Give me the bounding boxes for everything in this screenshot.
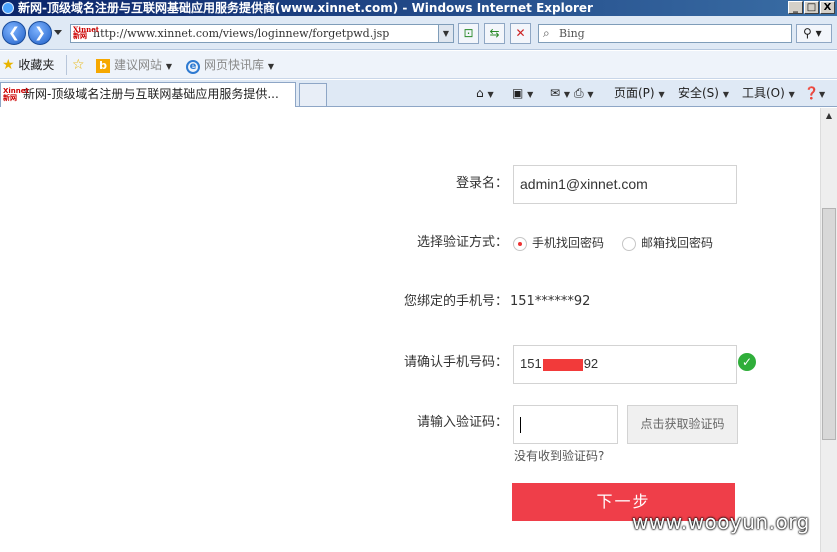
tools-menu-label: 工具(O)	[742, 86, 785, 100]
add-favorite-button[interactable]: ☆	[72, 57, 85, 73]
ie-e-icon: e	[186, 60, 200, 74]
page-content: 登录名： admin1@xinnet.com 选择验证方式： 手机找回密码 邮箱…	[0, 108, 820, 552]
window-title: 新网-顶级域名注册与互联网基础应用服务提供商(www.xinnet.com) -…	[18, 1, 593, 15]
login-name-label: 登录名：	[455, 176, 508, 191]
page-menu-label: 页面(P)	[614, 86, 655, 100]
tab-bar: Xinnet 新网 新网-顶级域名注册与互联网基础应用服务提供... ⌂ ▼ ▣ …	[0, 80, 837, 107]
print-button[interactable]: ⎙ ▼	[574, 85, 594, 103]
new-tab-button[interactable]	[299, 83, 327, 107]
confirm-phone-field[interactable]: 151 92	[513, 345, 737, 384]
check-success-icon: ✓	[738, 353, 756, 371]
redaction-mark	[542, 358, 583, 371]
refresh-button[interactable]: ⇆	[484, 23, 505, 44]
radio-phone[interactable]	[513, 237, 527, 251]
search-button[interactable]: ⚲ ▾	[796, 24, 832, 43]
address-toolbar: ❮ ❯ Xinnet 新网 http://www.xinnet.com/views…	[0, 16, 837, 50]
no-code-link[interactable]: 没有收到验证码?	[514, 449, 604, 463]
web-slice-gallery-label: 网页快讯库	[204, 58, 265, 72]
star-icon: ★	[2, 57, 15, 73]
suggested-sites-button[interactable]: b 建议网站 ▼	[96, 57, 172, 75]
tab-favicon-icon: Xinnet 新网	[3, 87, 29, 102]
bound-phone-label: 您绑定的手机号：	[403, 294, 508, 309]
site-favicon-icon: Xinnet 新网	[73, 25, 99, 40]
separator	[66, 55, 67, 75]
radio-email-label[interactable]: 邮箱找回密码	[641, 235, 713, 251]
confirm-phone-suffix: 92	[583, 356, 599, 371]
radio-phone-label[interactable]: 手机找回密码	[532, 235, 604, 251]
favorites-label: 收藏夹	[18, 58, 55, 72]
bound-phone-value: 151******92	[510, 294, 591, 309]
confirm-phone-prefix: 151	[520, 356, 542, 371]
home-button[interactable]: ⌂ ▼	[476, 85, 494, 103]
address-url: http://www.xinnet.com/views/loginnew/for…	[93, 27, 390, 40]
close-button[interactable]: X	[820, 1, 835, 14]
tab-xinnet[interactable]: Xinnet 新网 新网-顶级域名注册与互联网基础应用服务提供...	[0, 82, 296, 107]
confirm-phone-label: 请确认手机号码：	[403, 355, 508, 370]
radio-email[interactable]	[622, 237, 636, 251]
feeds-button[interactable]: ▣ ▼	[512, 85, 533, 103]
search-placeholder: Bing	[559, 27, 585, 40]
verify-method-label: 选择验证方式：	[416, 235, 508, 250]
text-caret	[520, 417, 521, 434]
maximize-button[interactable]: □	[804, 1, 819, 14]
scroll-thumb[interactable]	[822, 208, 836, 440]
page-menu[interactable]: 页面(P) ▼	[614, 85, 665, 103]
minimize-button[interactable]: _	[788, 1, 803, 14]
ie-logo-icon	[2, 2, 14, 14]
web-slice-gallery-button[interactable]: e 网页快讯库 ▼	[186, 57, 274, 75]
code-input[interactable]	[513, 405, 618, 444]
login-name-value: admin1@xinnet.com	[520, 176, 648, 192]
back-button[interactable]: ❮	[2, 21, 26, 45]
window-controls: _ □ X	[788, 1, 835, 14]
bing-icon: b	[96, 59, 110, 73]
favorites-bar: ★ 收藏夹 ☆ b 建议网站 ▼ e 网页快讯库 ▼	[0, 51, 837, 79]
window-title-bar: 新网-顶级域名注册与互联网基础应用服务提供商(www.xinnet.com) -…	[0, 0, 837, 16]
vertical-scrollbar[interactable]: ▲	[820, 108, 837, 552]
forward-button[interactable]: ❯	[28, 21, 52, 45]
search-icon: ⌕	[543, 26, 550, 40]
get-code-button[interactable]: 点击获取验证码	[627, 405, 738, 444]
code-label: 请输入验证码：	[416, 415, 508, 430]
add-favorite-icon: ☆	[72, 57, 85, 73]
stop-button[interactable]: ✕	[510, 23, 531, 44]
favorites-button[interactable]: ★ 收藏夹	[2, 57, 54, 73]
tools-menu[interactable]: 工具(O) ▼	[742, 85, 795, 103]
address-bar[interactable]: Xinnet 新网 http://www.xinnet.com/views/log…	[70, 24, 454, 43]
help-button[interactable]: ❓▼	[804, 85, 825, 103]
safety-menu[interactable]: 安全(S) ▼	[678, 85, 729, 103]
safety-menu-label: 安全(S)	[678, 86, 719, 100]
tab-label: 新网-顶级域名注册与互联网基础应用服务提供...	[23, 87, 279, 101]
compatibility-view-button[interactable]: ⊡	[458, 23, 479, 44]
suggested-sites-label: 建议网站	[114, 58, 163, 72]
search-input[interactable]: ⌕ Bing	[538, 24, 792, 43]
recent-pages-dropdown-icon[interactable]	[54, 30, 62, 35]
scroll-up-icon[interactable]: ▲	[821, 108, 837, 124]
watermark: www.wooyun.org	[632, 510, 810, 534]
address-dropdown-icon[interactable]: ▼	[438, 25, 453, 42]
read-mail-button[interactable]: ✉ ▼	[550, 85, 570, 103]
login-name-field[interactable]: admin1@xinnet.com	[513, 165, 737, 204]
